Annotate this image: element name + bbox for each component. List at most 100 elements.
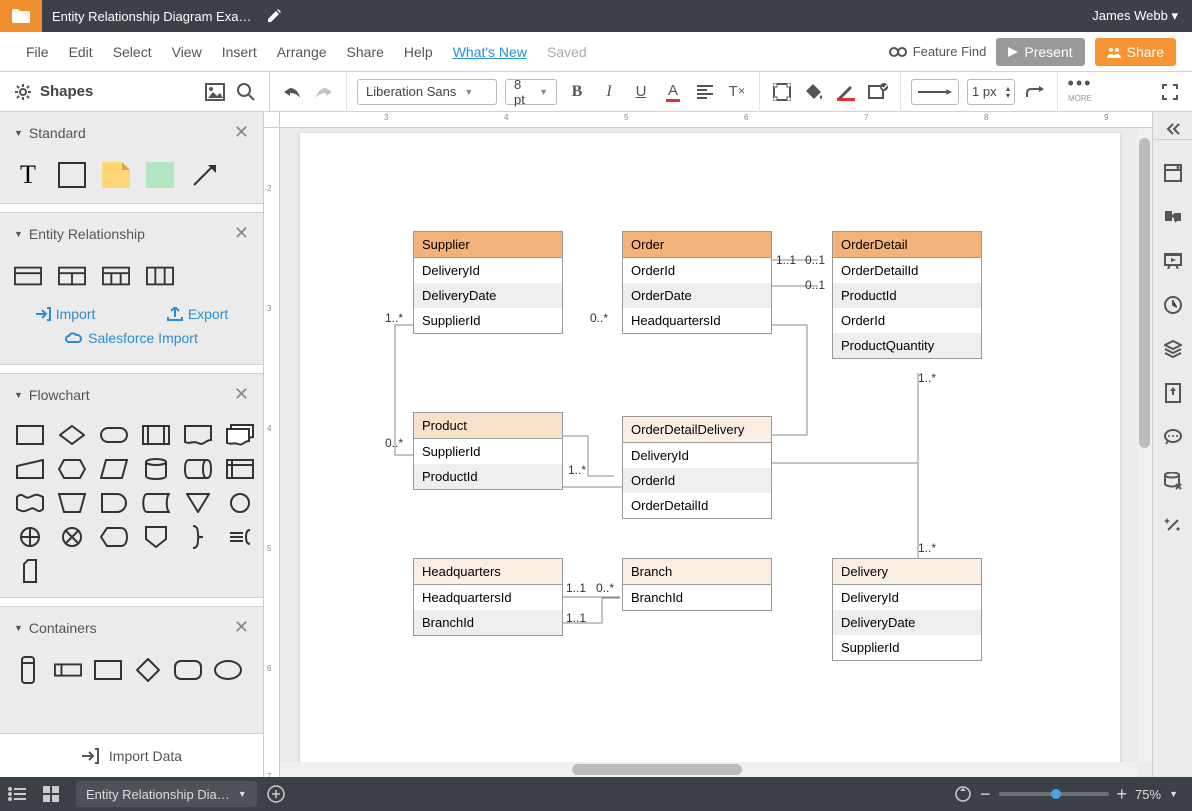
menu-select[interactable]: Select xyxy=(103,44,162,60)
fc-decision[interactable] xyxy=(56,423,88,447)
menu-share[interactable]: Share xyxy=(337,44,394,60)
share-button[interactable]: Share xyxy=(1095,38,1176,66)
entity-row[interactable]: DeliveryId xyxy=(833,585,981,610)
rail-master-icon[interactable] xyxy=(1162,382,1184,404)
export-link[interactable]: Export xyxy=(167,306,228,322)
box-shape[interactable] xyxy=(58,161,86,189)
menu-edit[interactable]: Edit xyxy=(59,44,103,60)
entity-row[interactable]: SupplierId xyxy=(833,635,981,660)
entity-delivery[interactable]: Delivery DeliveryId DeliveryDate Supplie… xyxy=(832,558,982,661)
menu-view[interactable]: View xyxy=(162,44,212,60)
panel-er-header[interactable]: ▼ Entity Relationship ✕ xyxy=(0,213,263,254)
fc-predefined[interactable] xyxy=(140,423,172,447)
arrow-shape[interactable] xyxy=(190,161,218,189)
entity-row[interactable]: DeliveryDate xyxy=(414,283,562,308)
stroke-button[interactable] xyxy=(834,80,858,104)
entity-supplier[interactable]: Supplier DeliveryId DeliveryDate Supplie… xyxy=(413,231,563,334)
entity-row[interactable]: BranchId xyxy=(414,610,562,635)
entity-hq[interactable]: Headquarters HeadquartersId BranchId xyxy=(413,558,563,636)
canvas-area[interactable]: 3456789 234567 xyxy=(264,112,1152,777)
canvas-scrollbar-horizontal[interactable] xyxy=(280,762,1137,777)
cont-hbox[interactable] xyxy=(54,656,82,684)
search-icon[interactable] xyxy=(237,83,255,101)
entity-row[interactable]: SupplierId xyxy=(414,439,562,464)
entity-row[interactable]: ProductId xyxy=(833,283,981,308)
gear-icon[interactable] xyxy=(14,83,32,101)
align-button[interactable] xyxy=(693,80,717,104)
fc-display[interactable] xyxy=(98,525,130,549)
close-icon[interactable]: ✕ xyxy=(234,122,249,143)
note-shape[interactable] xyxy=(102,161,130,189)
entity-orderdetail[interactable]: OrderDetail OrderDetailId ProductId Orde… xyxy=(832,231,982,359)
entity-row[interactable]: ProductId xyxy=(414,464,562,489)
bold-button[interactable]: B xyxy=(565,80,589,104)
entity-row[interactable]: OrderId xyxy=(623,468,771,493)
close-icon[interactable]: ✕ xyxy=(234,384,249,405)
text-shape[interactable]: T xyxy=(14,161,42,189)
entity-odd[interactable]: OrderDetailDelivery DeliveryId OrderId O… xyxy=(622,416,772,519)
fc-note[interactable] xyxy=(224,525,256,549)
rail-magic-icon[interactable] xyxy=(1162,514,1184,536)
line-style-select[interactable] xyxy=(911,79,959,105)
cont-pill[interactable] xyxy=(14,656,42,684)
fc-document[interactable] xyxy=(182,423,214,447)
user-menu[interactable]: James Webb ▾ xyxy=(1078,8,1192,24)
cont-rounded[interactable] xyxy=(174,656,202,684)
rail-history-icon[interactable] xyxy=(1162,294,1184,316)
zoom-out-button[interactable]: − xyxy=(980,784,991,805)
cont-diamond[interactable] xyxy=(134,656,162,684)
text-color-button[interactable]: A xyxy=(661,80,685,104)
fc-offpage[interactable] xyxy=(140,525,172,549)
image-icon[interactable] xyxy=(205,83,225,101)
er-shape-1[interactable] xyxy=(14,262,42,290)
close-icon[interactable]: ✕ xyxy=(234,223,249,244)
clear-format-button[interactable]: T✕ xyxy=(725,80,749,104)
entity-row[interactable]: DeliveryDate xyxy=(833,610,981,635)
redo-button[interactable] xyxy=(312,80,336,104)
fc-terminator[interactable] xyxy=(98,423,130,447)
fc-connector[interactable] xyxy=(224,491,256,515)
fc-process[interactable] xyxy=(14,423,46,447)
fc-preparation[interactable] xyxy=(56,457,88,481)
cont-ellipse[interactable] xyxy=(214,656,242,684)
fc-summing[interactable] xyxy=(56,525,88,549)
italic-button[interactable]: I xyxy=(597,80,621,104)
collapse-right-rail[interactable] xyxy=(1153,118,1192,140)
edit-title-icon[interactable] xyxy=(261,9,287,23)
menu-insert[interactable]: Insert xyxy=(212,44,267,60)
fc-brace-right[interactable] xyxy=(182,525,214,549)
entity-row[interactable]: OrderDetailId xyxy=(623,493,771,518)
entity-row[interactable]: DeliveryId xyxy=(623,443,771,468)
fc-internal[interactable] xyxy=(224,457,256,481)
entity-row[interactable]: OrderDetailId xyxy=(833,258,981,283)
menu-file[interactable]: File xyxy=(16,44,59,60)
panel-flowchart-header[interactable]: ▼ Flowchart ✕ xyxy=(0,374,263,415)
fc-or[interactable] xyxy=(14,525,46,549)
panel-containers-header[interactable]: ▼ Containers ✕ xyxy=(0,607,263,648)
rail-chat-icon[interactable] xyxy=(1162,426,1184,448)
close-icon[interactable]: ✕ xyxy=(234,617,249,638)
fc-manual-op[interactable] xyxy=(56,491,88,515)
sync-icon[interactable] xyxy=(954,785,972,803)
entity-row[interactable]: BranchId xyxy=(623,585,771,610)
underline-button[interactable]: U xyxy=(629,80,653,104)
zoom-in-button[interactable]: + xyxy=(1117,784,1128,805)
import-link[interactable]: Import xyxy=(35,306,96,322)
fc-card[interactable] xyxy=(14,559,46,583)
fc-paper-tape[interactable] xyxy=(14,491,46,515)
entity-branch[interactable]: Branch BranchId xyxy=(622,558,772,611)
er-shape-4[interactable] xyxy=(146,262,174,290)
menu-whatsnew[interactable]: What's New xyxy=(443,44,537,60)
zoom-slider[interactable] xyxy=(999,792,1109,796)
entity-row[interactable]: OrderId xyxy=(833,308,981,333)
shape-tool[interactable] xyxy=(770,80,794,104)
import-data-button[interactable]: Import Data xyxy=(0,733,263,777)
fc-merge[interactable] xyxy=(182,491,214,515)
line-width-select[interactable]: 1 px▴▾ xyxy=(967,79,1015,105)
fc-delay[interactable] xyxy=(98,491,130,515)
more-button[interactable]: ••• xyxy=(1068,72,1092,96)
line-tool[interactable] xyxy=(1023,80,1047,104)
rail-data-icon[interactable] xyxy=(1162,470,1184,492)
rail-layers-icon[interactable] xyxy=(1162,338,1184,360)
shape-options-button[interactable] xyxy=(866,80,890,104)
